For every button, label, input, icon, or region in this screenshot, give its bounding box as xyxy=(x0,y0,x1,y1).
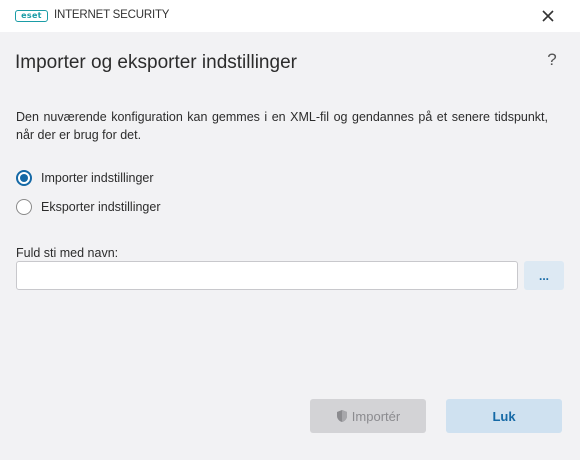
export-settings-option[interactable]: Eksporter indstillinger xyxy=(16,199,161,215)
eset-logo: eset xyxy=(15,10,48,22)
browse-button[interactable]: ... xyxy=(524,261,564,290)
dialog-content: Importer og eksporter indstillinger ? De… xyxy=(0,32,580,460)
export-settings-label: Eksporter indstillinger xyxy=(41,200,161,214)
close-button[interactable]: Luk xyxy=(446,399,562,433)
description-text: Den nuværende konfiguration kan gemmes i… xyxy=(16,110,548,142)
product-name: INTERNET SECURITY xyxy=(54,9,170,21)
import-button-label: Importér xyxy=(351,408,401,424)
radio-selected-icon[interactable] xyxy=(16,170,32,186)
import-settings-option[interactable]: Importer indstillinger xyxy=(16,170,154,186)
import-settings-label: Importer indstillinger xyxy=(41,171,154,185)
help-button[interactable]: ? xyxy=(540,50,564,74)
close-icon xyxy=(542,10,554,22)
logo-text: eset xyxy=(21,11,42,20)
import-button[interactable]: Importér xyxy=(310,399,426,433)
radio-unselected-icon[interactable] xyxy=(16,199,32,215)
shield-icon xyxy=(336,409,348,423)
close-window-button[interactable] xyxy=(534,2,562,30)
path-field-label: Fuld sti med navn: xyxy=(16,246,119,260)
path-input[interactable] xyxy=(16,261,518,290)
title-bar: eset INTERNET SECURITY xyxy=(0,0,580,32)
page-title: Importer og eksporter indstillinger xyxy=(15,52,297,73)
